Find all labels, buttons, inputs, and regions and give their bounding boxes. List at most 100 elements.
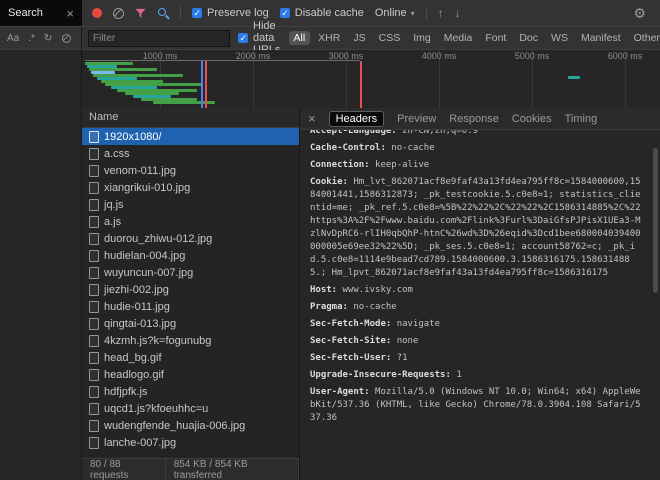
match-case-button[interactable]: Aa (7, 33, 19, 44)
request-row[interactable]: venom-011.jpg (82, 162, 299, 179)
header-value: keep-alive (375, 160, 429, 170)
page-event-line (205, 61, 207, 108)
tab-response[interactable]: Response (449, 113, 499, 125)
request-row[interactable]: uqcd1.js?kfoeuhhc=u (82, 400, 299, 417)
requests-panel: Name 1920x1080/a.css venom-011.jpg xiangri… (82, 108, 300, 480)
toolbar-icons: Preserve log Disable cache Online ▾ ↑ ↓ … (82, 0, 660, 26)
file-icon (89, 352, 99, 364)
clear-search-icon[interactable] (62, 34, 71, 43)
header-value: zh-CN,zh;q=0.9 (402, 130, 478, 136)
tab-preview[interactable]: Preview (397, 113, 436, 125)
regex-button[interactable]: .* (28, 33, 35, 44)
details-tabs: Headers Preview Response Cookies Timing (329, 111, 598, 127)
header-value: 1 (456, 370, 461, 380)
request-name: wuyuncun-007.jpg (104, 267, 193, 279)
tab-headers[interactable]: Headers (329, 111, 385, 127)
search-drawer-tab[interactable]: Search × (0, 0, 82, 26)
request-name: head_bg.gif (104, 352, 162, 364)
throttling-dropdown[interactable]: Online ▾ (375, 7, 415, 19)
file-icon (89, 369, 99, 381)
header-entry: Cookie: Hm_lvt_862071acf8e9faf43a13fd4ea… (310, 176, 644, 280)
request-row[interactable]: hudie-011.jpg (82, 298, 299, 315)
request-row[interactable]: hudielan-004.jpg (82, 247, 299, 264)
search-icon[interactable] (157, 7, 169, 19)
overview-chart[interactable]: 1000 ms2000 ms3000 ms4000 ms5000 ms6000 … (82, 50, 660, 109)
file-icon (89, 403, 99, 415)
request-row[interactable]: a.css (82, 145, 299, 162)
import-har-icon[interactable]: ↑ (438, 7, 444, 19)
request-row[interactable]: 1920x1080/ (82, 128, 299, 145)
file-icon (89, 267, 99, 279)
request-row[interactable]: qingtai-013.jpg (82, 315, 299, 332)
request-name: wudengfende_huajia-006.jpg (104, 420, 245, 432)
disable-cache-label: Disable cache (295, 7, 364, 19)
tab-cookies[interactable]: Cookies (512, 113, 552, 125)
request-row[interactable]: xiangrikui-010.jpg (82, 179, 299, 196)
request-row[interactable]: lanche-007.jpg (82, 434, 299, 451)
header-name: Upgrade-Insecure-Requests: (310, 370, 456, 380)
header-entry: User-Agent: Mozilla/5.0 (Windows NT 10.0… (310, 386, 644, 425)
header-entry: Connection: keep-alive (310, 159, 644, 172)
request-row[interactable]: wudengfende_huajia-006.jpg (82, 417, 299, 434)
request-row[interactable]: hdfjpfk.js (82, 383, 299, 400)
export-har-icon[interactable]: ↓ (455, 7, 461, 19)
request-name: 1920x1080/ (104, 131, 162, 143)
request-name: xiangrikui-010.jpg (104, 182, 190, 194)
request-name: hudielan-004.jpg (104, 250, 185, 262)
filter-pill-img[interactable]: Img (408, 31, 436, 45)
hide-data-urls-checkbox[interactable] (238, 33, 248, 43)
clear-network-log-icon[interactable] (113, 8, 124, 19)
request-list: 1920x1080/a.css venom-011.jpg xiangrikui-0… (82, 128, 299, 458)
request-row[interactable]: headlogo.gif (82, 366, 299, 383)
request-name: a.css (104, 148, 130, 160)
preserve-log-label: Preserve log (207, 7, 269, 19)
request-name: hudie-011.jpg (104, 301, 170, 313)
header-entry: Cache-Control: no-cache (310, 142, 644, 155)
disable-cache-checkbox[interactable] (280, 8, 290, 18)
filter-pill-all[interactable]: All (289, 31, 311, 45)
request-name: headlogo.gif (104, 369, 164, 381)
filter-pill-media[interactable]: Media (439, 31, 478, 45)
file-icon (89, 199, 99, 211)
close-search-icon[interactable]: × (66, 7, 74, 20)
request-row[interactable]: jq.js (82, 196, 299, 213)
request-row[interactable]: head_bg.gif (82, 349, 299, 366)
filter-pill-doc[interactable]: Doc (514, 31, 543, 45)
request-row[interactable]: jiezhi-002.jpg (82, 281, 299, 298)
request-row[interactable]: 4kzmh.js?k=fogunubg (82, 332, 299, 349)
chevron-down-icon: ▾ (411, 9, 415, 18)
page-event-line (201, 61, 203, 108)
request-name: hdfjpfk.js (104, 386, 147, 398)
details-scrollbar-thumb[interactable] (653, 148, 658, 293)
filter-pill-js[interactable]: JS (348, 31, 370, 45)
tab-timing[interactable]: Timing (565, 113, 598, 125)
close-details-icon[interactable]: × (308, 112, 316, 125)
file-icon (89, 420, 99, 432)
toolbar-separator (180, 6, 181, 20)
filter-pill-manifest[interactable]: Manifest (576, 31, 626, 45)
filter-icon[interactable] (135, 8, 146, 19)
refresh-search-button[interactable]: ↻ (44, 33, 52, 44)
filter-pill-ws[interactable]: WS (546, 31, 573, 45)
preserve-log-group: Preserve log (192, 7, 269, 19)
header-name: Sec-Fetch-Mode: (310, 319, 397, 329)
request-name: uqcd1.js?kfoeuhhc=u (104, 403, 208, 415)
details-body: Accept-Language: zh-CN,zh;q=0.9Cache-Con… (300, 130, 660, 480)
filter-input[interactable] (88, 30, 230, 47)
filter-pill-css[interactable]: CSS (374, 31, 406, 45)
header-value: none (397, 336, 419, 346)
record-button[interactable] (92, 8, 102, 18)
filter-pill-xhr[interactable]: XHR (313, 31, 345, 45)
request-row[interactable]: a.js (82, 213, 299, 230)
waterfall-bar (85, 60, 360, 61)
settings-gear-icon[interactable]: ⚙ (633, 6, 650, 20)
filter-pill-other[interactable]: Other (629, 31, 660, 45)
name-column-header[interactable]: Name (82, 108, 299, 128)
filter-pill-font[interactable]: Font (480, 31, 511, 45)
request-row[interactable]: duorou_zhiwu-012.jpg (82, 230, 299, 247)
file-icon (89, 131, 99, 143)
preserve-log-checkbox[interactable] (192, 8, 202, 18)
header-name: Pragma: (310, 302, 353, 312)
request-row[interactable]: wuyuncun-007.jpg (82, 264, 299, 281)
file-icon (89, 386, 99, 398)
